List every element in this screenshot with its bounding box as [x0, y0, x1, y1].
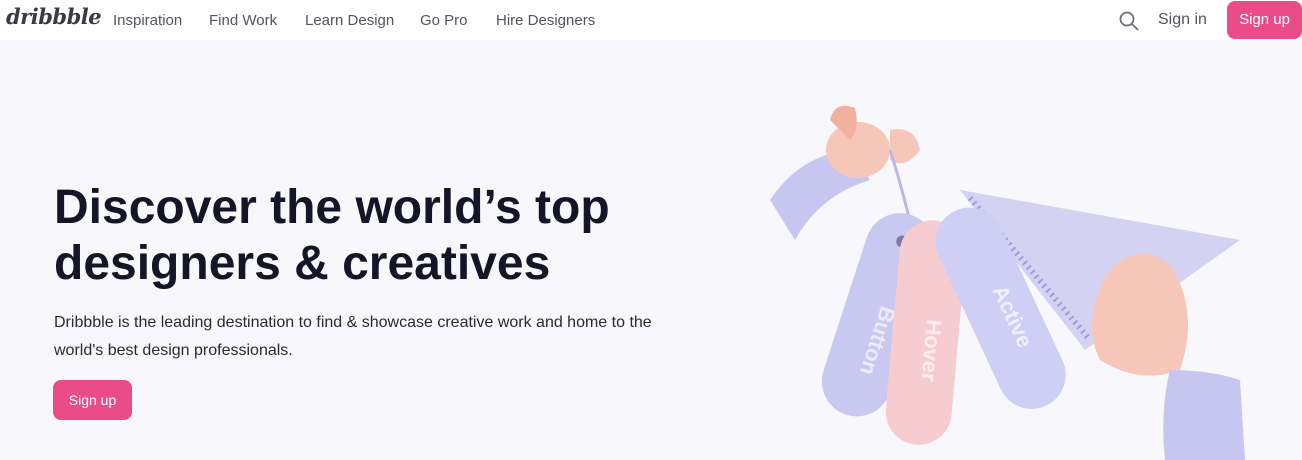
- nav-hire-designers[interactable]: Hire Designers: [496, 12, 595, 29]
- nav-learn-design[interactable]: Learn Design: [305, 12, 394, 29]
- nav-go-pro[interactable]: Go Pro: [420, 12, 468, 29]
- nav-inspiration[interactable]: Inspiration: [113, 12, 182, 29]
- hero-title-line-2: designers & creatives: [54, 237, 551, 290]
- hero-description-line-2: world's best design professionals.: [54, 342, 293, 359]
- search-icon[interactable]: [1118, 10, 1140, 32]
- dribbble-logo[interactable]: dribbble: [6, 4, 102, 29]
- hero-title-line-1: Discover the world’s top: [54, 181, 610, 234]
- hero-description-line-1: Dribbble is the leading destination to f…: [54, 314, 652, 331]
- left-hand: [826, 122, 890, 178]
- hero-illustration: Button Hover Active: [770, 105, 1245, 460]
- sign-in-link[interactable]: Sign in: [1158, 11, 1207, 29]
- nav-find-work[interactable]: Find Work: [209, 12, 277, 29]
- header-sign-up-button[interactable]: Sign up: [1227, 1, 1302, 39]
- hero-sign-up-button[interactable]: Sign up: [53, 380, 132, 420]
- right-sleeve: [1163, 370, 1245, 460]
- top-navigation-bar: dribbble Inspiration Find Work Learn Des…: [0, 0, 1302, 40]
- hero-description: Dribbble is the leading destination to f…: [54, 309, 674, 365]
- hero-title: Discover the world’s top designers & cre…: [54, 180, 694, 292]
